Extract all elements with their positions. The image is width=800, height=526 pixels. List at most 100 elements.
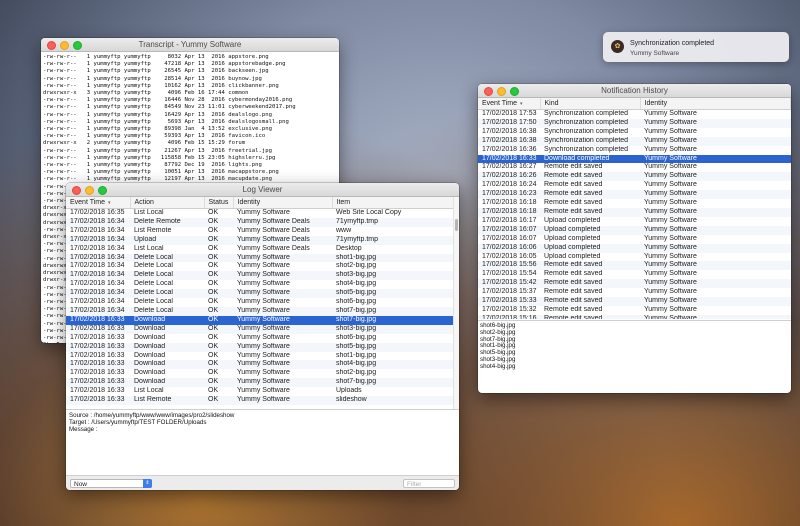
history-row[interactable]: 17/02/2018 16:27 Remote edit saved Yummy S… xyxy=(478,163,791,172)
history-row[interactable]: 17/02/2018 15:33 Remote edit saved Yummy S… xyxy=(478,297,791,306)
close-icon[interactable] xyxy=(47,41,56,50)
filter-input[interactable]: Filter xyxy=(403,479,455,488)
history-row[interactable]: 17/02/2018 16:17 Upload completed Yummy So… xyxy=(478,217,791,226)
column-header-action[interactable]: Action xyxy=(130,197,205,209)
log-row[interactable]: 17/02/2018 16:34 Delete Local OK Yummy Soft… xyxy=(66,262,454,271)
minimize-icon[interactable] xyxy=(60,41,69,50)
scrollbar-thumb[interactable] xyxy=(455,219,458,231)
close-icon[interactable] xyxy=(484,87,493,96)
log-row[interactable]: 17/02/2018 16:33 Download OK Yummy Software… xyxy=(66,369,454,378)
history-row[interactable]: 17/02/2018 17:50 Synchronization complete… xyxy=(478,118,791,128)
history-row[interactable]: 17/02/2018 15:37 Remote edit saved Yummy S… xyxy=(478,288,791,297)
cell-event-time: 17/02/2018 16:24 xyxy=(482,181,537,189)
column-header-item[interactable]: Item xyxy=(332,197,454,209)
time-range-select[interactable]: Now ⇕ xyxy=(70,479,152,488)
cell-event-time: 17/02/2018 16:34 xyxy=(66,235,130,245)
log-row[interactable]: 17/02/2018 16:34 Delete Local OK Yummy Soft… xyxy=(66,280,454,289)
cell-action: List Local xyxy=(134,387,164,395)
log-row[interactable]: 17/02/2018 16:34 List Local OK Yummy Softwa… xyxy=(66,245,454,254)
log-row[interactable]: 17/02/2018 16:34 Delete Local OK Yummy Soft… xyxy=(66,253,454,263)
history-detail-line: shot3-big.jpg xyxy=(480,355,516,363)
cell-event-time: 17/02/2018 16:33 xyxy=(66,342,130,352)
cell-identity: Yummy Software xyxy=(233,271,332,281)
cell-kind: Upload completed xyxy=(544,216,601,224)
log-viewer-titlebar[interactable]: Log Viewer xyxy=(66,183,459,197)
log-row[interactable]: 17/02/2018 16:34 Delete Remote OK Yummy Sof… xyxy=(66,217,454,227)
log-row[interactable]: 17/02/2018 16:34 Upload OK Yummy Software D… xyxy=(66,235,454,245)
column-header-event-time[interactable]: Event Time ▾ xyxy=(66,197,131,209)
column-header-status[interactable]: Status xyxy=(204,197,234,209)
history-row[interactable]: 17/02/2018 16:38 Synchronization complete… xyxy=(478,128,791,137)
cell-item: shot2-big.jpg xyxy=(336,369,377,377)
history-row[interactable]: 17/02/2018 16:18 Remote edit saved Yummy S… xyxy=(478,207,791,217)
transcript-titlebar[interactable]: Transcript - Yummy Software xyxy=(41,38,339,52)
history-row[interactable]: 17/02/2018 16:18 Remote edit saved Yummy S… xyxy=(478,199,791,208)
minimize-icon[interactable] xyxy=(497,87,506,96)
column-header-identity[interactable]: Identity xyxy=(233,197,333,209)
log-row[interactable]: 17/02/2018 16:33 List Remote OK Yummy Softw… xyxy=(66,396,454,405)
history-row[interactable]: 17/02/2018 17:53 Synchronization complete… xyxy=(478,110,791,119)
cell-item: shot7-big.jpg xyxy=(332,306,454,316)
history-titlebar[interactable]: Notification History xyxy=(478,84,791,98)
history-row[interactable]: 17/02/2018 16:38 Synchronization complete… xyxy=(478,136,791,146)
log-row[interactable]: 17/02/2018 16:33 Download OK Yummy Software… xyxy=(66,378,454,388)
cell-event-time: 17/02/2018 16:18 xyxy=(478,207,540,217)
cell-event-time: 17/02/2018 16:33 xyxy=(66,396,130,405)
log-row[interactable]: 17/02/2018 16:34 Delete Local OK Yummy Soft… xyxy=(66,298,454,307)
history-row[interactable]: 17/02/2018 15:32 Remote edit saved Yummy S… xyxy=(478,306,791,315)
minimize-icon[interactable] xyxy=(85,186,94,195)
log-scrollbar[interactable] xyxy=(453,197,459,409)
log-row[interactable]: 17/02/2018 16:33 Download OK Yummy Software… xyxy=(66,334,454,343)
notification-banner[interactable]: ✿ Synchronization completed Yummy Softwa… xyxy=(603,32,789,62)
history-row[interactable]: 17/02/2018 16:05 Upload completed Yummy So… xyxy=(478,253,791,262)
cell-kind: Remote edit saved xyxy=(544,163,603,171)
cell-event-time: 17/02/2018 16:33 xyxy=(478,154,540,164)
log-row[interactable]: 17/02/2018 16:34 Delete Local OK Yummy Soft… xyxy=(66,306,454,316)
history-row[interactable]: 17/02/2018 16:33 Download completed Yummy … xyxy=(478,154,791,164)
log-row[interactable]: 17/02/2018 16:33 Download OK Yummy Software… xyxy=(66,342,454,352)
cell-item: Uploads xyxy=(336,387,362,395)
log-row[interactable]: 17/02/2018 16:33 Download OK Yummy Software… xyxy=(66,324,454,334)
log-row[interactable]: 17/02/2018 16:34 List Remote OK Yummy Softw… xyxy=(66,227,454,236)
window-controls xyxy=(47,41,82,50)
cell-event-time: 17/02/2018 16:34 xyxy=(66,289,130,299)
log-row[interactable]: 17/02/2018 16:34 Delete Local OK Yummy Soft… xyxy=(66,289,454,299)
history-row[interactable]: 17/02/2018 15:56 Remote edit saved Yummy S… xyxy=(478,261,791,271)
zoom-icon[interactable] xyxy=(73,41,82,50)
history-row[interactable]: 17/02/2018 16:07 Upload completed Yummy So… xyxy=(478,235,791,244)
history-row[interactable]: 17/02/2018 16:07 Upload completed Yummy So… xyxy=(478,225,791,235)
cell-event-time: 17/02/2018 16:07 xyxy=(482,234,537,242)
history-row[interactable]: 17/02/2018 16:23 Remote edit saved Yummy S… xyxy=(478,190,791,200)
cell-event-time: 17/02/2018 16:33 xyxy=(70,369,125,377)
history-row[interactable]: 17/02/2018 15:16 Remote edit saved Yummy S… xyxy=(478,314,791,319)
history-table-container[interactable]: Event Time ▾ Kind Identity 17/02/2018 17:… xyxy=(478,98,791,319)
cell-identity: Yummy Software xyxy=(237,209,290,216)
history-detail-line: shot7-big.jpg xyxy=(480,335,516,343)
cell-event-time: 17/02/2018 15:32 xyxy=(482,305,537,313)
cell-event-time: 17/02/2018 16:33 xyxy=(70,387,125,395)
log-table-container[interactable]: Event Time ▾ Action Status Identity Item … xyxy=(66,197,454,409)
cell-event-time: 17/02/2018 15:54 xyxy=(482,270,537,278)
history-row[interactable]: 17/02/2018 16:26 Remote edit saved Yummy S… xyxy=(478,172,791,182)
log-row[interactable]: 17/02/2018 16:33 Download OK Yummy Software… xyxy=(66,360,454,370)
history-row[interactable]: 17/02/2018 15:42 Remote edit saved Yummy S… xyxy=(478,279,791,289)
cell-event-time: 17/02/2018 15:42 xyxy=(478,279,540,289)
log-row[interactable]: 17/02/2018 16:34 Delete Local OK Yummy Soft… xyxy=(66,271,454,281)
cell-event-time: 17/02/2018 16:34 xyxy=(66,217,130,227)
log-row[interactable]: 17/02/2018 16:33 Download OK Yummy Software… xyxy=(66,352,454,361)
column-header-kind[interactable]: Kind xyxy=(540,98,641,110)
history-row[interactable]: 17/02/2018 16:06 Upload completed Yummy So… xyxy=(478,243,791,253)
zoom-icon[interactable] xyxy=(98,186,107,195)
zoom-icon[interactable] xyxy=(510,87,519,96)
close-icon[interactable] xyxy=(72,186,81,195)
log-row[interactable]: 17/02/2018 16:33 List Local OK Yummy Softwa… xyxy=(66,387,454,396)
history-row[interactable]: 17/02/2018 16:36 Synchronization complete… xyxy=(478,146,791,155)
log-row[interactable]: 17/02/2018 16:35 List Local OK Yummy Softwa… xyxy=(66,209,454,218)
cell-item: shot1-big.jpg xyxy=(332,253,454,263)
history-row[interactable]: 17/02/2018 16:24 Remote edit saved Yummy S… xyxy=(478,181,791,190)
column-header-event-time[interactable]: Event Time ▾ xyxy=(478,98,541,110)
column-header-identity[interactable]: Identity xyxy=(640,98,791,110)
log-row[interactable]: 17/02/2018 16:33 Download OK Yummy Software… xyxy=(66,315,454,325)
cell-status: OK xyxy=(204,360,233,370)
history-row[interactable]: 17/02/2018 15:54 Remote edit saved Yummy S… xyxy=(478,270,791,279)
